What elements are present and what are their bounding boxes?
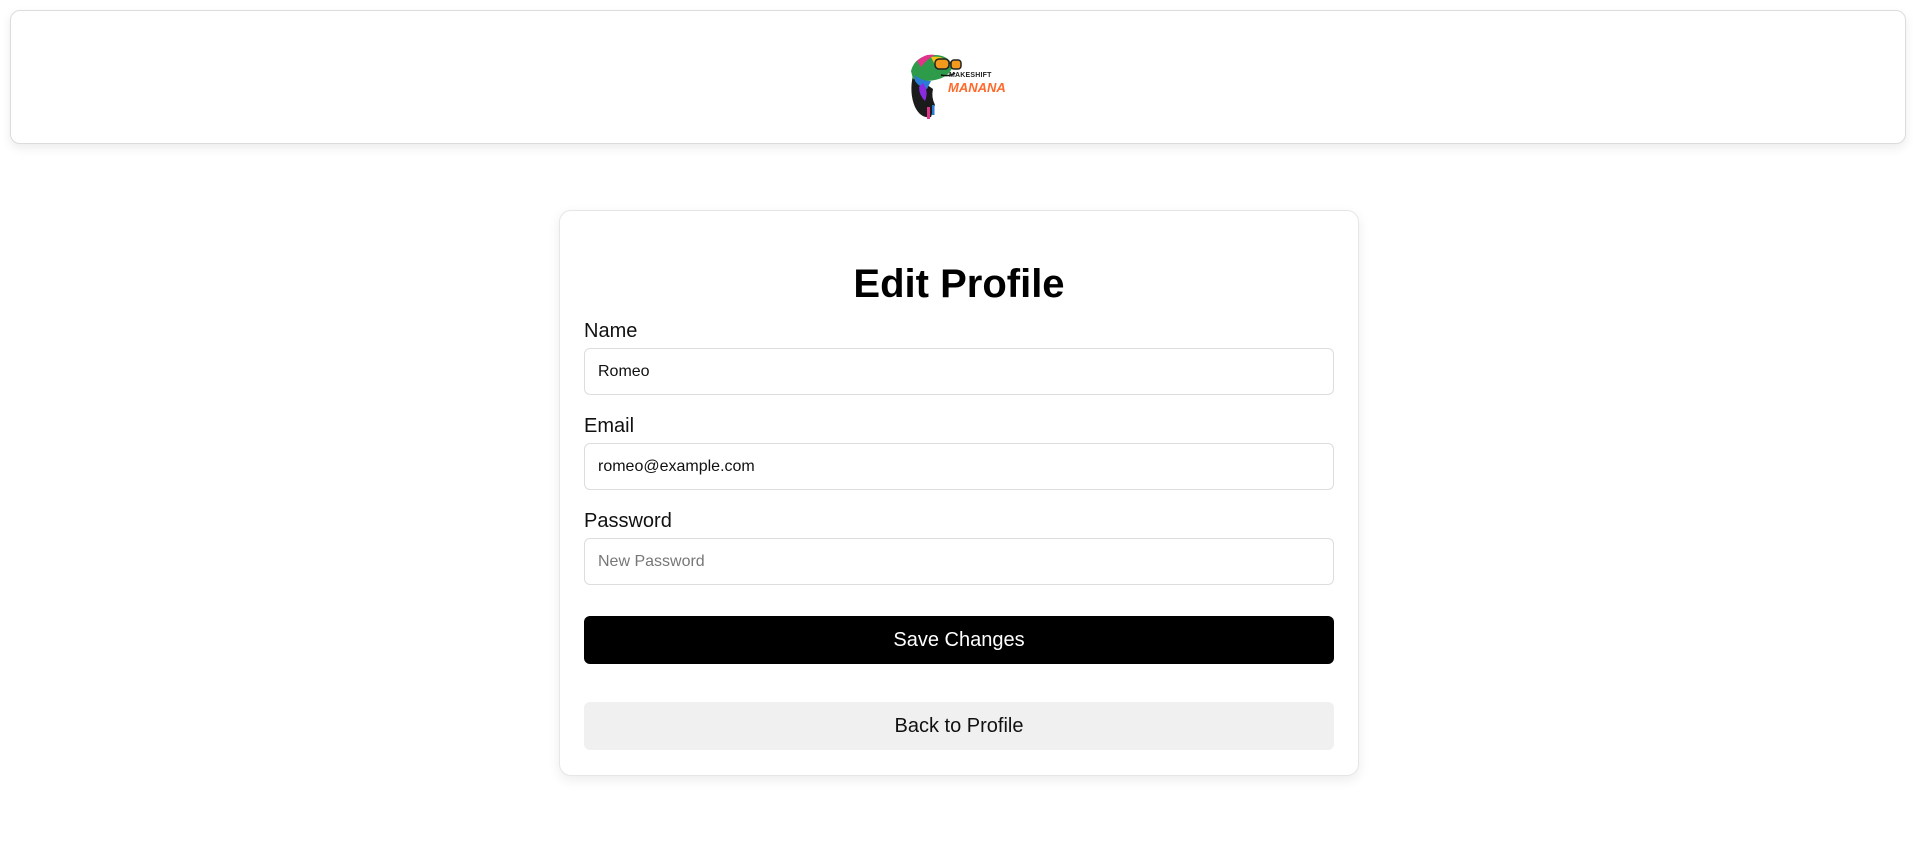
name-label: Name xyxy=(584,320,638,342)
brand-logo[interactable]: MAKESHIFT MANANA xyxy=(901,45,1006,123)
back-to-profile-button[interactable]: Back to Profile xyxy=(584,702,1334,750)
save-changes-button[interactable]: Save Changes xyxy=(584,616,1334,664)
page-title: Edit Profile xyxy=(853,262,1065,306)
logo-text-top: MAKESHIFT xyxy=(949,72,992,79)
top-header: MAKESHIFT MANANA xyxy=(10,10,1906,144)
password-label: Password xyxy=(584,510,672,532)
password-input[interactable] xyxy=(584,538,1334,585)
logo-text-bottom: MANANA xyxy=(948,80,1006,95)
edit-profile-card: Edit Profile Name Email Password Save Ch… xyxy=(559,210,1359,776)
email-label: Email xyxy=(584,415,635,437)
name-input[interactable] xyxy=(584,348,1334,395)
email-input[interactable] xyxy=(584,443,1334,490)
